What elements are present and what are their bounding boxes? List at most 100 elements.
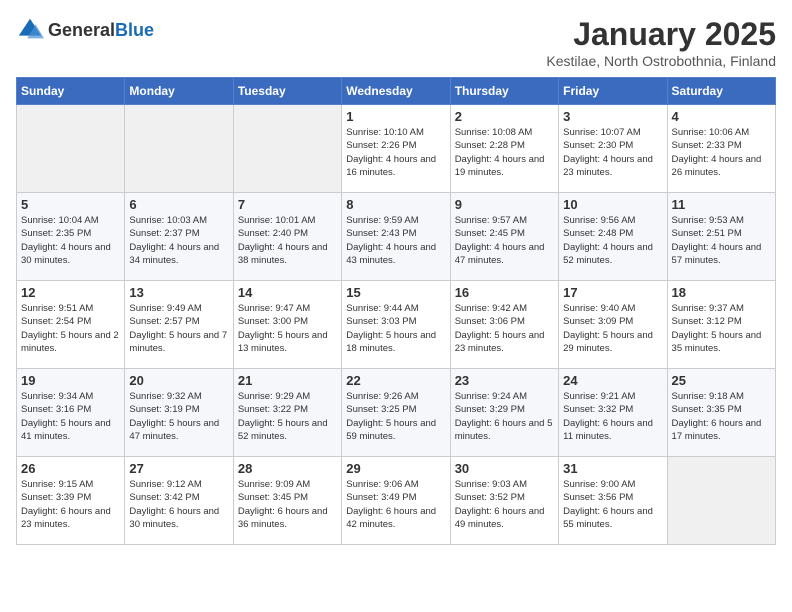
day-number: 20: [129, 373, 228, 388]
calendar-cell: 10 Sunrise: 9:56 AM Sunset: 2:48 PM Dayli…: [559, 193, 667, 281]
logo-icon: [16, 16, 44, 44]
day-number: 16: [455, 285, 554, 300]
calendar-cell: 19 Sunrise: 9:34 AM Sunset: 3:16 PM Dayli…: [17, 369, 125, 457]
week-row-3: 12 Sunrise: 9:51 AM Sunset: 2:54 PM Dayli…: [17, 281, 776, 369]
calendar-cell: 25 Sunrise: 9:18 AM Sunset: 3:35 PM Dayli…: [667, 369, 775, 457]
day-number: 28: [238, 461, 337, 476]
header: GeneralBlue January 2025 Kestilae, North…: [16, 16, 776, 69]
day-info: Sunrise: 9:18 AM Sunset: 3:35 PM Dayligh…: [672, 390, 771, 443]
calendar-title: January 2025: [546, 16, 776, 53]
day-info: Sunrise: 9:29 AM Sunset: 3:22 PM Dayligh…: [238, 390, 337, 443]
day-info: Sunrise: 9:12 AM Sunset: 3:42 PM Dayligh…: [129, 478, 228, 531]
day-number: 1: [346, 109, 445, 124]
calendar-subtitle: Kestilae, North Ostrobothnia, Finland: [546, 53, 776, 69]
calendar-header-row: SundayMondayTuesdayWednesdayThursdayFrid…: [17, 78, 776, 105]
calendar-cell: 21 Sunrise: 9:29 AM Sunset: 3:22 PM Dayli…: [233, 369, 341, 457]
day-info: Sunrise: 9:03 AM Sunset: 3:52 PM Dayligh…: [455, 478, 554, 531]
calendar-cell: [125, 105, 233, 193]
day-number: 18: [672, 285, 771, 300]
calendar-cell: 30 Sunrise: 9:03 AM Sunset: 3:52 PM Dayli…: [450, 457, 558, 545]
header-day-monday: Monday: [125, 78, 233, 105]
calendar-cell: 26Sunrise: 9:15 AM Sunset: 3:39 PM Dayli…: [17, 457, 125, 545]
logo-text-blue: Blue: [115, 20, 154, 40]
calendar-cell: 22 Sunrise: 9:26 AM Sunset: 3:25 PM Dayli…: [342, 369, 450, 457]
calendar-cell: 17 Sunrise: 9:40 AM Sunset: 3:09 PM Dayli…: [559, 281, 667, 369]
day-info: Sunrise: 9:49 AM Sunset: 2:57 PM Dayligh…: [129, 302, 228, 355]
day-number: 5: [21, 197, 120, 212]
day-info: Sunrise: 9:26 AM Sunset: 3:25 PM Dayligh…: [346, 390, 445, 443]
calendar-cell: 1 Sunrise: 10:10 AM Sunset: 2:26 PM Dayli…: [342, 105, 450, 193]
day-info: Sunrise: 10:03 AM Sunset: 2:37 PM Daylig…: [129, 214, 228, 267]
day-info: Sunrise: 9:51 AM Sunset: 2:54 PM Dayligh…: [21, 302, 120, 355]
header-day-tuesday: Tuesday: [233, 78, 341, 105]
week-row-2: 5 Sunrise: 10:04 AM Sunset: 2:35 PM Dayli…: [17, 193, 776, 281]
day-number: 30: [455, 461, 554, 476]
calendar-cell: 15 Sunrise: 9:44 AM Sunset: 3:03 PM Dayli…: [342, 281, 450, 369]
calendar-cell: [667, 457, 775, 545]
day-number: 22: [346, 373, 445, 388]
day-number: 21: [238, 373, 337, 388]
day-info: Sunrise: 9:21 AM Sunset: 3:32 PM Dayligh…: [563, 390, 662, 443]
day-number: 11: [672, 197, 771, 212]
day-number: 6: [129, 197, 228, 212]
week-row-1: 1 Sunrise: 10:10 AM Sunset: 2:26 PM Dayli…: [17, 105, 776, 193]
day-info: Sunrise: 10:04 AM Sunset: 2:35 PM Daylig…: [21, 214, 120, 267]
day-info: Sunrise: 9:24 AM Sunset: 3:29 PM Dayligh…: [455, 390, 554, 443]
day-info: Sunrise: 9:53 AM Sunset: 2:51 PM Dayligh…: [672, 214, 771, 267]
calendar-cell: 11 Sunrise: 9:53 AM Sunset: 2:51 PM Dayli…: [667, 193, 775, 281]
calendar-cell: 6 Sunrise: 10:03 AM Sunset: 2:37 PM Dayli…: [125, 193, 233, 281]
calendar-table: SundayMondayTuesdayWednesdayThursdayFrid…: [16, 77, 776, 545]
day-info: Sunrise: 9:44 AM Sunset: 3:03 PM Dayligh…: [346, 302, 445, 355]
calendar-cell: 18 Sunrise: 9:37 AM Sunset: 3:12 PM Dayli…: [667, 281, 775, 369]
day-info: Sunrise: 9:15 AM Sunset: 3:39 PM Dayligh…: [21, 478, 120, 531]
header-day-friday: Friday: [559, 78, 667, 105]
calendar-cell: 5 Sunrise: 10:04 AM Sunset: 2:35 PM Dayli…: [17, 193, 125, 281]
day-info: Sunrise: 9:47 AM Sunset: 3:00 PM Dayligh…: [238, 302, 337, 355]
calendar-cell: 14 Sunrise: 9:47 AM Sunset: 3:00 PM Dayli…: [233, 281, 341, 369]
calendar-cell: 28 Sunrise: 9:09 AM Sunset: 3:45 PM Dayli…: [233, 457, 341, 545]
calendar-cell: 13 Sunrise: 9:49 AM Sunset: 2:57 PM Dayli…: [125, 281, 233, 369]
day-number: 13: [129, 285, 228, 300]
day-info: Sunrise: 9:00 AM Sunset: 3:56 PM Dayligh…: [563, 478, 662, 531]
day-info: Sunrise: 9:57 AM Sunset: 2:45 PM Dayligh…: [455, 214, 554, 267]
day-number: 14: [238, 285, 337, 300]
calendar-cell: 9 Sunrise: 9:57 AM Sunset: 2:45 PM Daylig…: [450, 193, 558, 281]
header-day-saturday: Saturday: [667, 78, 775, 105]
day-info: Sunrise: 9:40 AM Sunset: 3:09 PM Dayligh…: [563, 302, 662, 355]
day-info: Sunrise: 9:32 AM Sunset: 3:19 PM Dayligh…: [129, 390, 228, 443]
day-info: Sunrise: 9:34 AM Sunset: 3:16 PM Dayligh…: [21, 390, 120, 443]
day-number: 3: [563, 109, 662, 124]
logo-text-general: General: [48, 20, 115, 40]
day-number: 24: [563, 373, 662, 388]
calendar-cell: 2 Sunrise: 10:08 AM Sunset: 2:28 PM Dayli…: [450, 105, 558, 193]
logo: GeneralBlue: [16, 16, 154, 44]
day-number: 12: [21, 285, 120, 300]
calendar-cell: [17, 105, 125, 193]
day-info: Sunrise: 10:08 AM Sunset: 2:28 PM Daylig…: [455, 126, 554, 179]
calendar-cell: 8Sunrise: 9:59 AM Sunset: 2:43 PM Daylig…: [342, 193, 450, 281]
day-info: Sunrise: 9:37 AM Sunset: 3:12 PM Dayligh…: [672, 302, 771, 355]
day-info: Sunrise: 10:06 AM Sunset: 2:33 PM Daylig…: [672, 126, 771, 179]
calendar-cell: 23Sunrise: 9:24 AM Sunset: 3:29 PM Dayli…: [450, 369, 558, 457]
day-info: Sunrise: 9:09 AM Sunset: 3:45 PM Dayligh…: [238, 478, 337, 531]
week-row-4: 19 Sunrise: 9:34 AM Sunset: 3:16 PM Dayli…: [17, 369, 776, 457]
day-number: 7: [238, 197, 337, 212]
day-number: 15: [346, 285, 445, 300]
day-number: 2: [455, 109, 554, 124]
day-number: 17: [563, 285, 662, 300]
day-info: Sunrise: 9:56 AM Sunset: 2:48 PM Dayligh…: [563, 214, 662, 267]
calendar-cell: [233, 105, 341, 193]
day-number: 25: [672, 373, 771, 388]
calendar-cell: 7Sunrise: 10:01 AM Sunset: 2:40 PM Dayli…: [233, 193, 341, 281]
day-info: Sunrise: 9:42 AM Sunset: 3:06 PM Dayligh…: [455, 302, 554, 355]
calendar-cell: 31Sunrise: 9:00 AM Sunset: 3:56 PM Dayli…: [559, 457, 667, 545]
calendar-cell: 29Sunrise: 9:06 AM Sunset: 3:49 PM Dayli…: [342, 457, 450, 545]
day-number: 19: [21, 373, 120, 388]
day-number: 9: [455, 197, 554, 212]
calendar-cell: 20 Sunrise: 9:32 AM Sunset: 3:19 PM Dayli…: [125, 369, 233, 457]
header-day-sunday: Sunday: [17, 78, 125, 105]
day-number: 10: [563, 197, 662, 212]
title-area: January 2025 Kestilae, North Ostrobothni…: [546, 16, 776, 69]
day-number: 8: [346, 197, 445, 212]
day-info: Sunrise: 10:10 AM Sunset: 2:26 PM Daylig…: [346, 126, 445, 179]
